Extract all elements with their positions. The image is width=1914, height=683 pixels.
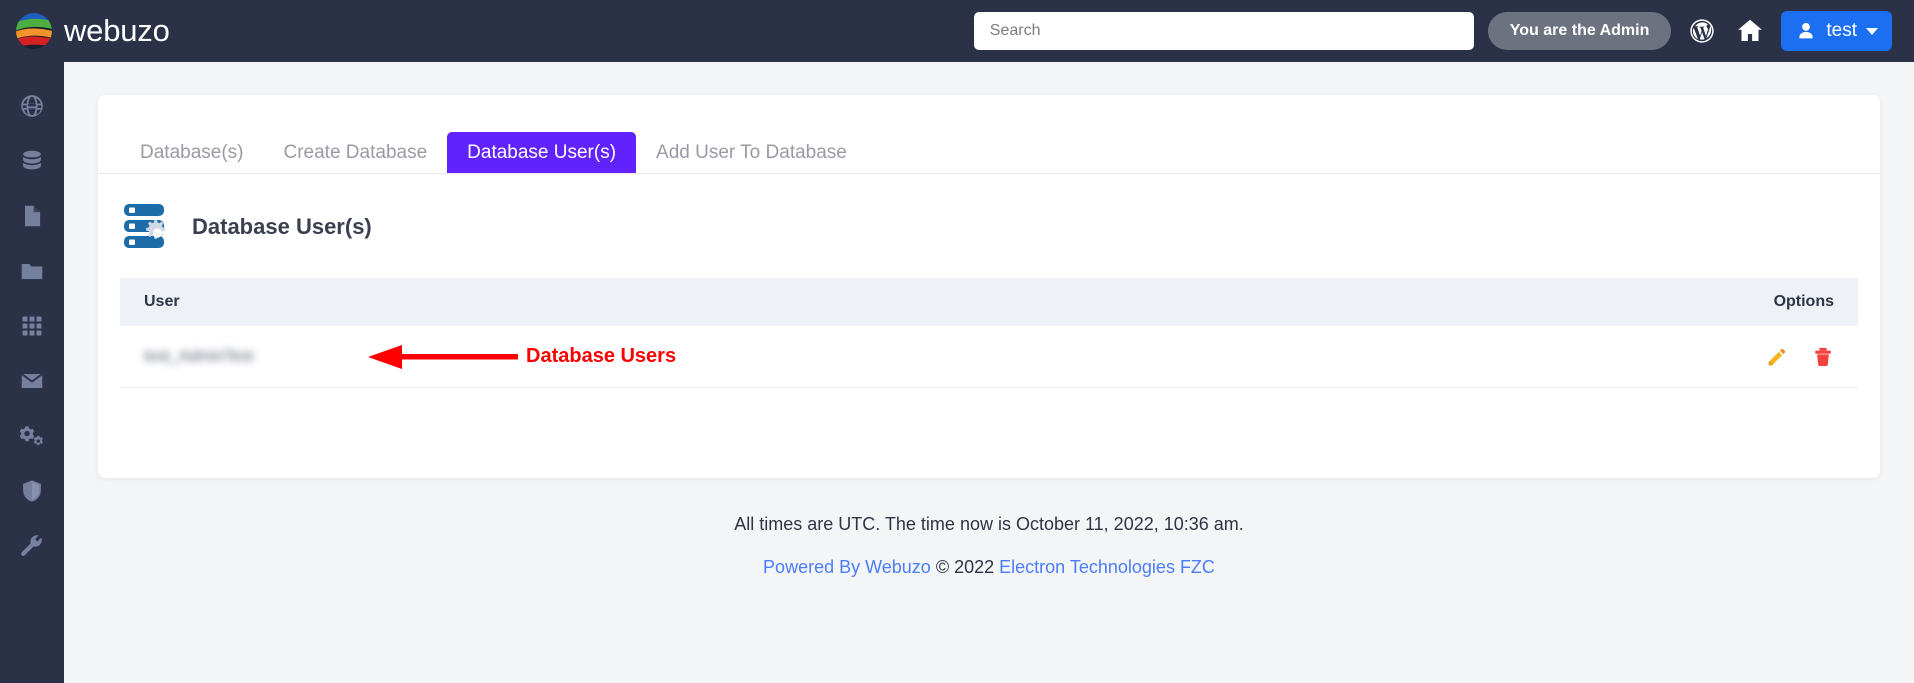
gears-icon xyxy=(19,425,43,445)
admin-status-badge: You are the Admin xyxy=(1487,12,1672,50)
column-header-user: User xyxy=(144,293,180,310)
sidebar-item-folders[interactable] xyxy=(0,243,64,298)
folder-icon xyxy=(21,263,43,279)
sidebar-item-apps[interactable] xyxy=(0,298,64,353)
user-menu-button[interactable]: test xyxy=(1781,11,1892,51)
user-icon xyxy=(1799,23,1813,39)
user-menu-label: test xyxy=(1826,20,1857,41)
powered-by-webuzo-link[interactable]: Powered By Webuzo xyxy=(763,557,931,577)
tab-database-users[interactable]: Database User(s) xyxy=(447,132,637,173)
left-sidebar-nav xyxy=(0,62,64,683)
page-footer: All times are UTC. The time now is Octob… xyxy=(64,514,1914,578)
wordpress-icon[interactable] xyxy=(1685,14,1719,48)
sidebar-item-security[interactable] xyxy=(0,463,64,518)
sidebar-item-tools[interactable] xyxy=(0,518,64,573)
section-title: Database User(s) xyxy=(192,214,372,239)
search-input[interactable] xyxy=(973,12,1474,50)
tab-databases[interactable]: Database(s) xyxy=(120,132,264,173)
cell-row-options xyxy=(1714,346,1834,368)
electron-technologies-link[interactable]: Electron Technologies FZC xyxy=(999,557,1215,577)
tab-add-user-to-database[interactable]: Add User To Database xyxy=(636,132,867,173)
table-row: test_AdminTest Database Users xyxy=(120,326,1858,388)
trash-delete-icon[interactable] xyxy=(1812,346,1834,368)
sidebar-item-settings[interactable] xyxy=(0,408,64,463)
database-server-gear-icon xyxy=(124,204,166,248)
brand[interactable]: webuzo xyxy=(14,11,170,51)
header-right-group: You are the Admin test xyxy=(973,0,1892,62)
column-header-options: Options xyxy=(1773,293,1834,310)
home-icon[interactable] xyxy=(1733,14,1767,48)
file-icon xyxy=(24,205,41,226)
sidebar-item-mail[interactable] xyxy=(0,353,64,408)
database-icon xyxy=(23,150,41,169)
footer-credits: Powered By Webuzo © 2022 Electron Techno… xyxy=(64,557,1914,578)
sidebar-item-files[interactable] xyxy=(0,188,64,243)
wrench-icon xyxy=(21,534,42,556)
main-content-area: Database(s) Create Database Database Use… xyxy=(64,62,1914,683)
brand-name: webuzo xyxy=(64,13,170,48)
database-users-table: User Options test_AdminTest Database Use… xyxy=(120,278,1858,388)
chevron-down-icon xyxy=(1866,27,1878,35)
sidebar-item-domains[interactable] xyxy=(0,78,64,133)
grid-apps-icon xyxy=(22,316,42,335)
database-users-card: Database(s) Create Database Database Use… xyxy=(98,95,1880,478)
tab-create-database[interactable]: Create Database xyxy=(264,132,448,173)
sidebar-item-databases[interactable] xyxy=(0,133,64,188)
table-header-row: User Options xyxy=(120,278,1858,326)
footer-time-notice: All times are UTC. The time now is Octob… xyxy=(734,514,1244,534)
cell-database-username: test_AdminTest xyxy=(144,347,254,365)
pencil-edit-icon[interactable] xyxy=(1766,346,1788,368)
footer-copyright: © 2022 xyxy=(935,557,995,577)
webuzo-sphere-logo xyxy=(16,13,52,49)
section-heading: Database User(s) xyxy=(98,174,1880,252)
envelope-icon xyxy=(21,372,43,388)
top-header-bar: webuzo You are the Admin test xyxy=(0,0,1914,62)
globe-icon xyxy=(21,94,43,117)
database-tabs: Database(s) Create Database Database Use… xyxy=(98,95,1880,174)
shield-icon xyxy=(23,479,41,502)
